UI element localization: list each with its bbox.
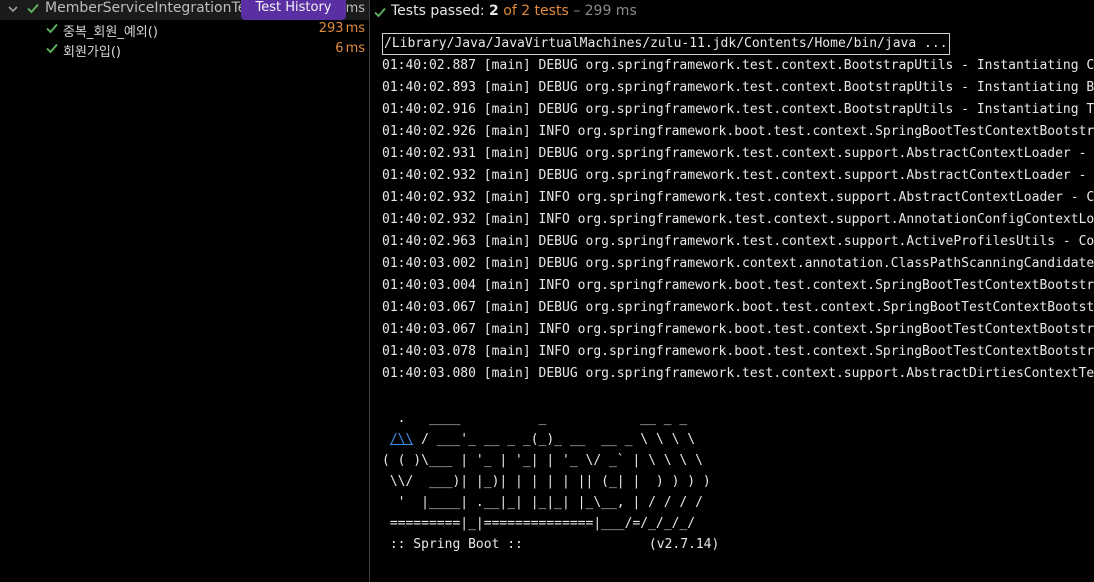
log-line: 01:40:03.080 [main] DEBUG org.springfram… [382,366,1094,381]
log-line: 01:40:02.893 [main] DEBUG org.springfram… [382,80,1094,95]
tree-item-root-label: MemberServiceIntegrationTest [45,0,245,16]
log-line: 01:40:03.004 [main] INFO org.springframe… [382,278,1094,293]
log-line: 01:40:02.887 [main] DEBUG org.springfram… [382,58,1094,73]
check-icon [374,7,386,18]
check-icon [46,23,58,34]
log-line: 01:40:02.963 [main] DEBUG org.springfram… [382,234,1094,249]
banner-line: =========|_|==============|___/=/_/_/_/ [382,516,696,531]
log-line: 01:40:03.067 [main] INFO org.springframe… [382,322,1094,337]
tree-item-root-time: ms [345,1,365,16]
spring-boot-label: :: Spring Boot :: [382,537,523,552]
tree-item-test[interactable]: 회원가입() 6 ms [0,40,369,60]
panel-divider[interactable] [369,0,370,582]
spring-boot-version-line: :: Spring Boot :: (v2.7.14) [382,534,720,555]
spring-boot-banner: . ____ _ __ _ _ /\\ / ___'_ __ _ _(_)_ _… [382,408,719,555]
tree-item-test[interactable]: 중복_회원_예외() 293 ms [0,20,369,40]
check-icon [46,43,58,54]
banner-link[interactable]: /\\ [390,432,413,447]
log-line: 01:40:03.002 [main] DEBUG org.springfram… [382,256,1094,271]
log-line: 01:40:03.078 [main] INFO org.springframe… [382,344,1094,359]
tests-passed-label: Tests passed: [391,3,485,19]
tree-item-time: 6 ms [335,41,365,56]
log-line: 01:40:02.916 [main] DEBUG org.springfram… [382,102,1094,117]
chevron-down-icon[interactable] [6,2,20,16]
test-tree-panel: MemberServiceIntegrationTest ms Test His… [0,0,369,582]
tree-item-label: 중복_회원_예외() [63,25,158,40]
log-line: 01:40:02.932 [main] DEBUG org.springfram… [382,168,1094,183]
banner-line: ( ( )\___ | '_ | '_| | '_ \/ _` | \ \ \ … [382,453,703,468]
log-line: 01:40:02.932 [main] INFO org.springframe… [382,190,1094,205]
check-icon [27,3,39,14]
banner-line-rest: / ___'_ __ _ _(_)_ __ __ _ \ \ \ \ [413,432,696,447]
tree-item-label: 회원가입() [63,45,121,60]
ide-test-runner: MemberServiceIntegrationTest ms Test His… [0,0,1094,582]
banner-line: \\/ ___)| |_)| | | | | || (_| | ) ) ) ) [382,474,711,489]
banner-line: ' |____| .__|_| |_|_| |_\__, | / / / / [382,495,703,510]
tests-total: of 2 tests [503,3,569,19]
log-lines: 01:40:02.887 [main] DEBUG org.springfram… [382,55,1094,385]
log-line: 01:40:02.926 [main] INFO org.springframe… [382,124,1094,139]
banner-line: /\\ / ___'_ __ _ _(_)_ __ __ _ \ \ \ \ [382,429,719,450]
test-history-tooltip: Test History [241,0,346,20]
console-output[interactable]: /Library/Java/JavaVirtualMachines/zulu-1… [382,33,1094,582]
console-command-line[interactable]: /Library/Java/JavaVirtualMachines/zulu-1… [382,33,950,55]
spring-boot-version: (v2.7.14) [648,537,720,552]
log-line: 01:40:02.932 [main] INFO org.springframe… [382,212,1094,227]
tests-passed-count: 2 [489,3,499,19]
tree-item-time: 293 ms [318,21,365,36]
log-line: 01:40:02.931 [main] DEBUG org.springfram… [382,146,1094,161]
test-status-text: Tests passed: 2 of 2 tests – 299 ms [391,3,637,19]
tests-duration: – 299 ms [573,3,637,19]
log-line: 01:40:03.067 [main] DEBUG org.springfram… [382,300,1094,315]
banner-line: . ____ _ __ _ _ [382,411,688,426]
